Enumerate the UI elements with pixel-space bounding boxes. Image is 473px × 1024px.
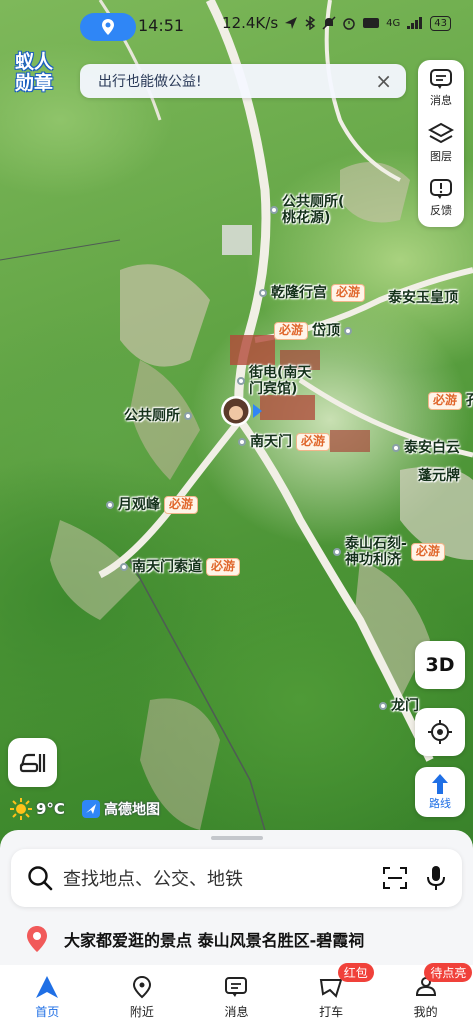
poi-dot-icon — [392, 444, 400, 453]
route-button[interactable]: 路线 — [415, 767, 465, 817]
poi-toilet-taohuayuan[interactable]: 公共厕所( 桃花源) — [270, 194, 344, 226]
must-visit-badge: 必游 — [274, 322, 309, 340]
tab-me[interactable]: 待点亮 我的 — [378, 963, 473, 1024]
poi-jiedian-hotel[interactable]: 街电(南天 门宾馆) — [237, 365, 311, 397]
poi-dot-icon — [333, 548, 341, 557]
recommendation-row[interactable]: 大家都爱逛的景点 泰山风景名胜区-碧霞祠 — [24, 925, 364, 953]
tab-messages[interactable]: 消息 — [189, 965, 284, 1024]
must-visit-badge: 必游 — [410, 543, 445, 561]
map-side-panel: 消息 图层 反馈 — [418, 60, 464, 227]
poi-dot-icon — [106, 500, 114, 509]
send-icon — [285, 17, 298, 29]
status-icons: 12.4K/s 4G 43 — [222, 14, 451, 32]
bluetooth-icon — [305, 16, 316, 30]
to-light-badge: 待点亮 — [424, 963, 473, 982]
status-time: 14:51 — [138, 16, 185, 35]
poi-qianlong-palace[interactable]: 乾隆行宫 必游 — [259, 284, 366, 302]
feedback-button[interactable]: 反馈 — [418, 170, 464, 225]
red-packet-badge: 红包 — [337, 963, 374, 982]
home-arrow-icon — [36, 976, 59, 998]
map-terrain — [0, 0, 473, 915]
poi-yuhuang-peak[interactable]: 泰安玉皇顶 — [388, 290, 458, 306]
search-bar[interactable]: 查找地点、公交、地铁 — [11, 849, 462, 907]
microphone-icon[interactable] — [426, 865, 446, 891]
banner-close-icon[interactable]: × — [375, 69, 392, 93]
network-type: 4G — [386, 17, 401, 29]
mute-icon — [322, 16, 336, 30]
location-pill[interactable] — [80, 13, 136, 41]
scan-icon[interactable] — [382, 866, 408, 890]
poi-dot-icon — [270, 206, 278, 215]
nearby-pin-icon — [132, 975, 151, 999]
poi-baiyun[interactable]: 泰安白云 — [392, 440, 460, 456]
promo-banner[interactable]: 出行也能做公益! × — [80, 64, 406, 98]
user-location-marker[interactable] — [219, 394, 263, 428]
alarm-icon — [343, 18, 355, 30]
recommendation-text: 大家都爱逛的景点 泰山风景名胜区-碧霞祠 — [64, 931, 365, 950]
battery-indicator: 43 — [430, 15, 451, 31]
poi-dot-icon — [259, 288, 267, 297]
search-input[interactable]: 查找地点、公交、地铁 — [63, 865, 364, 891]
poi-dot-icon — [238, 437, 246, 446]
messages-button[interactable]: 消息 — [418, 60, 464, 115]
poi-dot-icon — [379, 702, 387, 711]
banner-text: 出行也能做公益! — [98, 74, 202, 90]
tab-nearby[interactable]: 附近 — [95, 965, 190, 1024]
network-speed: 12.4K/s — [222, 14, 279, 32]
crosshair-icon — [428, 720, 452, 744]
poi-longmen[interactable]: 龙门 — [379, 698, 419, 714]
layers-icon — [428, 122, 454, 143]
poi-cableway[interactable]: 南天门索道 必游 — [120, 558, 241, 576]
ant-medal-logo[interactable]: 蚁人 勋章 — [10, 52, 58, 100]
amap-logo-icon — [82, 800, 100, 818]
car-icon — [19, 753, 45, 772]
must-visit-badge: 必游 — [296, 433, 331, 451]
sun-icon — [10, 798, 32, 820]
tab-home[interactable]: 首页 — [0, 965, 95, 1024]
poi-kong[interactable]: 必游 孔 — [428, 392, 473, 410]
tab-taxi[interactable]: 红包 打车 — [284, 963, 379, 1024]
user-avatar-icon — [221, 396, 262, 426]
poi-dot-icon — [237, 377, 245, 386]
3d-toggle-button[interactable]: 3D — [415, 641, 465, 689]
sheet-drag-handle[interactable] — [211, 836, 263, 840]
poi-dot-icon — [120, 562, 128, 571]
location-pin-icon — [27, 926, 47, 952]
signal-icon — [407, 17, 423, 29]
poi-yueguanfeng[interactable]: 月观峰 必游 — [106, 496, 199, 514]
must-visit-badge: 必游 — [331, 284, 366, 302]
layers-button[interactable]: 图层 — [418, 115, 464, 170]
location-pin-icon — [102, 19, 114, 35]
map-canvas[interactable]: 公共厕所( 桃花源) 乾隆行宫 必游 泰安玉皇顶 必游 岱顶 街电(南天 门宾馆… — [0, 0, 473, 915]
message-icon — [430, 68, 452, 89]
poi-stone-carving[interactable]: 泰山石刻- 神功利济 必游 — [333, 536, 445, 568]
must-visit-badge: 必游 — [164, 496, 199, 514]
poi-daiding[interactable]: 必游 岱顶 — [274, 322, 353, 340]
feedback-icon — [430, 178, 452, 199]
search-icon — [28, 866, 53, 891]
message-icon — [225, 977, 248, 997]
must-visit-badge: 必游 — [428, 392, 463, 410]
poi-nantianmen[interactable]: 南天门 必游 — [238, 433, 331, 451]
status-bar: 14:51 12.4K/s 4G 43 — [0, 0, 473, 52]
bottom-tab-bar: 首页 附近 消息 红包 打车 待点亮 我的 — [0, 963, 473, 1024]
weather-widget[interactable]: 9°C — [10, 798, 65, 820]
route-arrow-icon — [432, 774, 448, 794]
poi-public-toilet[interactable]: 公共厕所 — [124, 408, 192, 424]
poi-dot-icon — [344, 326, 353, 335]
hd-icon — [363, 18, 380, 28]
car-mode-button[interactable] — [8, 738, 57, 787]
must-visit-badge: 必游 — [206, 558, 241, 576]
locate-me-button[interactable] — [415, 708, 465, 756]
poi-pengyuan[interactable]: 蓬元牌 — [418, 468, 460, 484]
poi-dot-icon — [184, 412, 192, 421]
amap-logo: 高德地图 — [82, 799, 160, 819]
